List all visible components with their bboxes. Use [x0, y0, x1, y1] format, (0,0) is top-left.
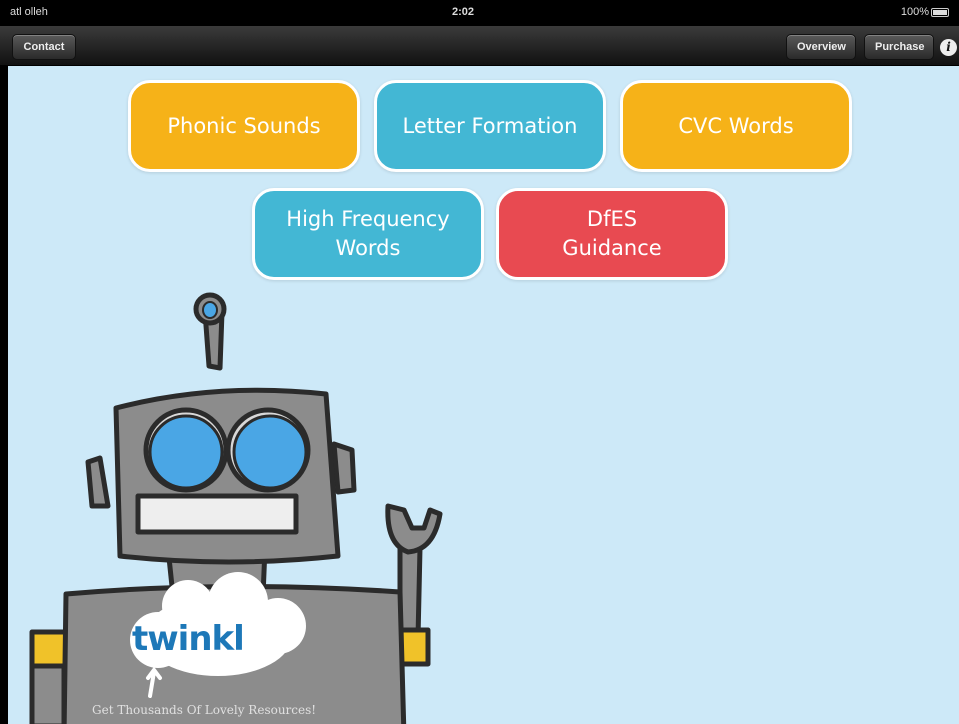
contact-button[interactable]: Contact	[12, 34, 76, 60]
battery-icon	[931, 8, 949, 17]
status-bar: atl olleh 2:02 100%	[0, 0, 959, 26]
status-time: 2:02	[452, 6, 475, 18]
info-icon[interactable]: i	[940, 39, 957, 56]
carrier-signal: atl olleh	[10, 6, 48, 18]
battery-percentage: 100%	[900, 6, 929, 18]
purchase-button[interactable]: Purchase	[864, 34, 934, 60]
twinkl-tagline: Get Thousands Of Lovely Resources!	[92, 703, 317, 717]
main-content: Phonic Sounds Letter Formation CVC Words…	[8, 66, 959, 724]
twinkl-logo: twinkl	[132, 619, 245, 659]
navigation-bar: Contact Overview Purchase i	[0, 26, 959, 66]
overview-button[interactable]: Overview	[786, 34, 856, 60]
